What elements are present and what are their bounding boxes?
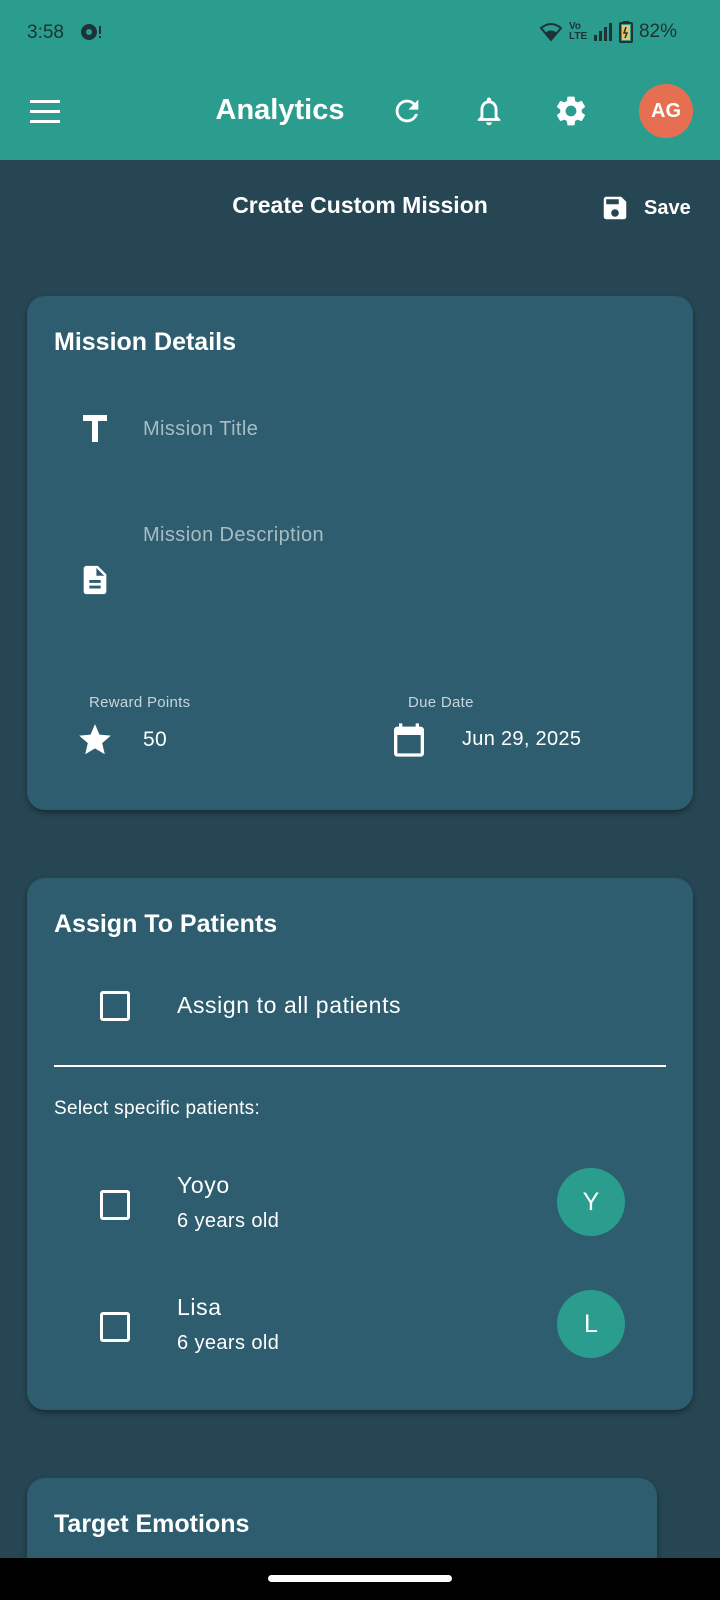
patient-age: 6 years old — [177, 1332, 280, 1354]
patient-avatar: L — [557, 1290, 625, 1358]
patient-checkbox[interactable] — [100, 1190, 130, 1220]
assign-patients-card: Assign To Patients Assign to all patient… — [27, 878, 693, 1410]
app-bar: Analytics AG — [0, 64, 720, 160]
due-date-input[interactable]: Jun 29, 2025 — [462, 728, 662, 751]
status-right: Vo LTE 82% — [539, 20, 677, 44]
calendar-icon[interactable] — [389, 720, 429, 760]
bell-icon — [477, 97, 501, 126]
page-header: Create Custom Mission Save — [0, 160, 720, 256]
patient-checkbox[interactable] — [100, 1312, 130, 1342]
description-icon — [75, 560, 115, 600]
home-gesture-handle[interactable] — [268, 1575, 452, 1582]
refresh-button[interactable] — [387, 91, 427, 131]
notifications-button[interactable] — [469, 91, 509, 131]
user-avatar[interactable]: AG — [639, 84, 693, 138]
app-title: Analytics — [215, 94, 345, 126]
patient-row[interactable]: Lisa 6 years old L — [27, 1270, 693, 1380]
menu-button[interactable] — [28, 94, 68, 130]
reward-points-label: Reward Points — [89, 694, 191, 711]
text-title-icon — [75, 408, 115, 448]
signal-icon — [593, 22, 613, 42]
divider — [54, 1065, 666, 1067]
reward-points-input[interactable]: 50 — [143, 728, 343, 752]
patient-avatar: Y — [557, 1168, 625, 1236]
mission-title-input[interactable]: Mission Title — [143, 418, 663, 441]
status-time: 3:58 — [27, 22, 64, 43]
save-button[interactable]: Save — [600, 190, 691, 226]
assign-all-checkbox[interactable] — [100, 991, 130, 1021]
assign-heading: Assign To Patients — [54, 910, 278, 938]
status-bar: 3:58 Vo LTE 82% — [0, 0, 720, 64]
podcast-notification-icon — [80, 22, 102, 42]
mission-details-heading: Mission Details — [54, 328, 236, 356]
save-icon — [603, 196, 627, 220]
wifi-icon — [539, 22, 563, 42]
settings-button[interactable] — [551, 91, 591, 131]
mission-details-card: Mission Details Mission Title Mission De… — [27, 296, 693, 810]
system-nav-bar — [0, 1558, 720, 1600]
refresh-icon — [395, 99, 419, 123]
volte-label: Vo LTE — [568, 21, 588, 42]
star-icon — [75, 720, 115, 760]
patient-name: Yoyo — [177, 1172, 230, 1198]
assign-all-label[interactable]: Assign to all patients — [177, 992, 401, 1019]
patient-row[interactable]: Yoyo 6 years old Y — [27, 1148, 693, 1258]
patient-name: Lisa — [177, 1294, 222, 1320]
mission-description-input[interactable]: Mission Description — [143, 524, 663, 644]
menu-icon — [30, 100, 60, 123]
select-specific-label: Select specific patients: — [54, 1098, 261, 1119]
patient-age: 6 years old — [177, 1210, 280, 1232]
target-emotions-heading: Target Emotions — [54, 1510, 250, 1538]
save-label: Save — [644, 196, 691, 219]
battery-icon — [618, 21, 633, 43]
gear-icon — [556, 96, 586, 126]
due-date-label: Due Date — [408, 694, 474, 711]
battery-percent: 82% — [638, 21, 677, 42]
